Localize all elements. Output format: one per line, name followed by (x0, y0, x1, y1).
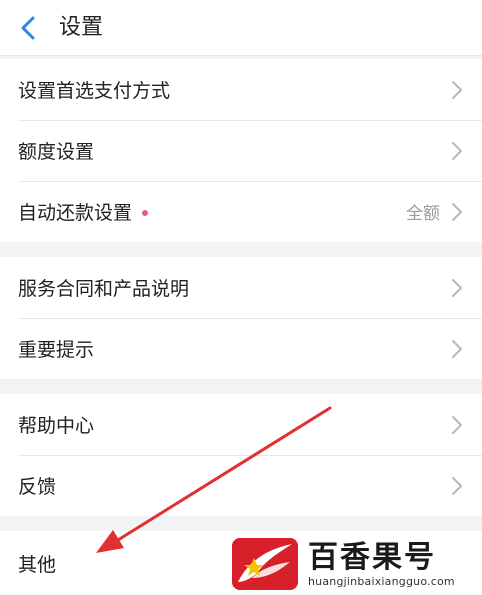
settings-item-value: 全额 (406, 204, 440, 224)
chevron-left-icon (21, 16, 35, 40)
settings-item-label: 其他 (18, 553, 57, 576)
settings-item-label: 自动还款设置 (18, 202, 133, 224)
settings-group-support: 帮助中心 反馈 (0, 394, 482, 516)
settings-item-label: 重要提示 (18, 339, 95, 361)
chevron-right-icon (450, 414, 464, 436)
settings-item-help-center[interactable]: 帮助中心 (0, 394, 482, 455)
chevron-right-icon (450, 79, 464, 101)
chevron-right-icon (450, 140, 464, 162)
settings-item-label: 设置首选支付方式 (18, 80, 171, 102)
settings-item-label: 额度设置 (18, 141, 95, 163)
settings-item-credit-limit[interactable]: 额度设置 (0, 120, 482, 181)
notification-dot (142, 209, 149, 216)
settings-item-important-notice[interactable]: 重要提示 (0, 318, 482, 379)
settings-item-service-contract[interactable]: 服务合同和产品说明 (0, 257, 482, 318)
chevron-right-icon (450, 277, 464, 299)
watermark: 百香果号 huangjinbaixiangguo.com (232, 536, 478, 592)
watermark-url: huangjinbaixiangguo.com (308, 574, 455, 588)
back-button[interactable] (10, 10, 46, 46)
chevron-right-icon (450, 338, 464, 360)
settings-item-feedback[interactable]: 反馈 (0, 455, 482, 516)
chevron-right-icon (450, 475, 464, 497)
settings-item-label: 帮助中心 (18, 415, 95, 437)
settings-item-auto-repayment[interactable]: 自动还款设置 全额 (0, 181, 482, 242)
settings-item-preferred-payment[interactable]: 设置首选支付方式 (0, 59, 482, 120)
settings-item-label: 反馈 (18, 476, 57, 498)
settings-group-payment: 设置首选支付方式 额度设置 自动还款设置 全额 (0, 59, 482, 242)
watermark-title: 百香果号 (308, 539, 436, 575)
chevron-right-icon (450, 201, 464, 223)
settings-group-terms: 服务合同和产品说明 重要提示 (0, 257, 482, 379)
watermark-logo (232, 538, 298, 590)
page-title: 设置 (59, 15, 104, 40)
top-bar: 设置 (0, 0, 482, 56)
settings-item-label: 服务合同和产品说明 (18, 278, 190, 300)
